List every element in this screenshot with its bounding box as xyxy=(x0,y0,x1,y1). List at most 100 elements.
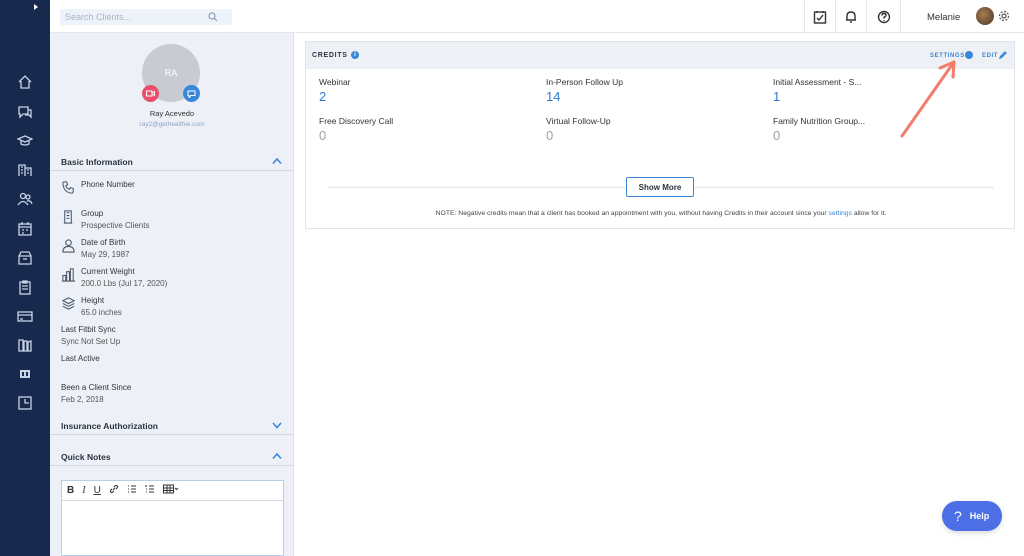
client-since-label: Been a Client Since xyxy=(61,383,132,392)
bell-icon xyxy=(845,10,856,23)
numbered-list-icon[interactable] xyxy=(145,484,155,497)
date-of-birth-value: May 29, 1987 xyxy=(81,250,130,259)
users-icon[interactable] xyxy=(17,191,33,207)
calendar-icon[interactable] xyxy=(17,221,33,237)
fitbit-sync-label: Last Fitbit Sync xyxy=(61,325,116,334)
client-email: ray2@gethealthie.com xyxy=(139,121,205,128)
notifications-button[interactable] xyxy=(835,0,865,33)
programs-icon[interactable] xyxy=(17,366,33,382)
phone-icon xyxy=(61,180,77,196)
credit-name: Family Nutrition Group... xyxy=(773,116,866,126)
buildings-icon[interactable] xyxy=(17,162,33,178)
quick-notes-editor: B I U xyxy=(61,480,284,556)
credit-item: In-Person Follow Up 14 xyxy=(546,77,623,104)
info-icon[interactable]: i xyxy=(351,51,359,59)
video-call-button[interactable] xyxy=(142,85,159,102)
quick-notes-title: Quick Notes xyxy=(61,452,111,462)
credit-name: Free Discovery Call xyxy=(319,116,394,126)
task-checklist-icon xyxy=(813,10,826,24)
current-weight-label: Current Weight xyxy=(81,267,135,276)
insurance-title: Insurance Authorization xyxy=(61,421,158,431)
italic-button[interactable]: I xyxy=(82,485,85,496)
link-icon[interactable] xyxy=(109,484,119,497)
graduation-cap-icon[interactable] xyxy=(17,133,33,149)
user-avatar[interactable] xyxy=(976,7,994,25)
gear-icon[interactable] xyxy=(998,10,1010,24)
credit-item: Family Nutrition Group... 0 xyxy=(773,116,865,143)
insurance-header[interactable]: Insurance Authorization xyxy=(50,417,294,435)
client-sidebar: RA Ray Acevedo ray2@gethealthie.com Basi… xyxy=(50,33,294,556)
search-icon[interactable] xyxy=(208,12,218,24)
credit-name: Initial Assessment - S... xyxy=(773,77,862,87)
credit-name: Webinar xyxy=(319,77,351,87)
help-label: Help xyxy=(969,511,990,521)
credit-item: Webinar 2 xyxy=(319,77,351,104)
date-of-birth-label: Date of Birth xyxy=(81,238,126,247)
bold-button[interactable]: B xyxy=(67,485,74,496)
group-label: Group xyxy=(81,209,104,218)
credits-title: CREDITS xyxy=(312,52,348,59)
bar-chart-icon xyxy=(61,267,77,283)
editor-toolbar: B I U xyxy=(62,481,283,501)
chevron-down-icon[interactable] xyxy=(272,421,282,431)
credit-count: 0 xyxy=(546,128,554,143)
last-active-label: Last Active xyxy=(61,354,100,363)
video-camera-icon xyxy=(146,90,155,97)
show-more-button[interactable]: Show More xyxy=(626,177,694,197)
credit-count: 0 xyxy=(319,128,327,143)
quick-notes-header[interactable]: Quick Notes xyxy=(50,448,294,466)
user-icon xyxy=(61,238,77,254)
package-icon[interactable] xyxy=(17,250,33,266)
credit-name: In-Person Follow Up xyxy=(546,77,624,87)
credits-note: NOTE: Negative credits mean that a clien… xyxy=(306,210,1016,217)
basic-info-header[interactable]: Basic Information xyxy=(50,153,294,171)
stack-icon xyxy=(61,296,77,312)
user-name: Melanie xyxy=(927,12,961,23)
home-icon[interactable] xyxy=(17,74,33,90)
credits-note-suffix: allow for it. xyxy=(853,210,887,217)
search-input[interactable] xyxy=(60,9,210,25)
table-icon[interactable] xyxy=(162,484,179,497)
library-icon[interactable] xyxy=(17,337,33,353)
tasks-button[interactable] xyxy=(804,0,834,33)
current-weight-value: 200.0 Lbs (Jul 17, 2020) xyxy=(81,279,168,288)
fitbit-sync-value: Sync Not Set Up xyxy=(61,337,121,346)
chevron-up-icon[interactable] xyxy=(272,157,282,167)
clipboard-icon[interactable] xyxy=(17,279,33,295)
credit-count: 2 xyxy=(319,89,327,104)
bullet-list-icon[interactable] xyxy=(127,484,137,497)
credit-item: Initial Assessment - S... 1 xyxy=(773,77,861,104)
phone-number-label: Phone Number xyxy=(81,180,135,189)
client-initials: RA xyxy=(164,68,178,78)
expand-rail-icon[interactable] xyxy=(34,4,38,10)
chevron-up-icon[interactable] xyxy=(272,452,282,462)
pencil-icon[interactable] xyxy=(998,51,1007,61)
underline-button[interactable]: U xyxy=(94,485,101,496)
credit-count: 14 xyxy=(546,89,561,104)
client-name: Ray Acevedo xyxy=(149,109,195,118)
annotation-arrow xyxy=(900,60,956,138)
basic-info-title: Basic Information xyxy=(61,157,133,167)
client-since-value: Feb 2, 2018 xyxy=(61,395,104,404)
help-button[interactable]: ? Help xyxy=(942,501,1002,531)
height-label: Height xyxy=(81,296,105,305)
credit-item: Free Discovery Call 0 xyxy=(319,116,393,143)
height-value: 65.0 inches xyxy=(81,308,122,317)
chat-bubble-icon xyxy=(187,90,196,98)
credits-settings-note-link[interactable]: settings xyxy=(829,210,852,217)
report-icon[interactable] xyxy=(17,395,33,411)
credits-edit-link[interactable]: EDIT xyxy=(982,53,998,59)
credit-item: Virtual Follow-Up 0 xyxy=(546,116,611,143)
credit-card-icon[interactable] xyxy=(17,308,33,324)
credit-name: Virtual Follow-Up xyxy=(546,116,611,126)
top-bar: Melanie xyxy=(50,0,1024,33)
building-icon xyxy=(61,209,77,225)
credit-count: 1 xyxy=(773,89,781,104)
support-button[interactable] xyxy=(866,0,900,33)
question-circle-icon xyxy=(877,10,890,23)
user-menu[interactable]: Melanie xyxy=(900,0,1024,33)
credit-count: 0 xyxy=(773,128,781,143)
chat-icon[interactable] xyxy=(17,104,33,120)
chat-button[interactable] xyxy=(183,85,200,102)
search-box xyxy=(60,9,232,25)
